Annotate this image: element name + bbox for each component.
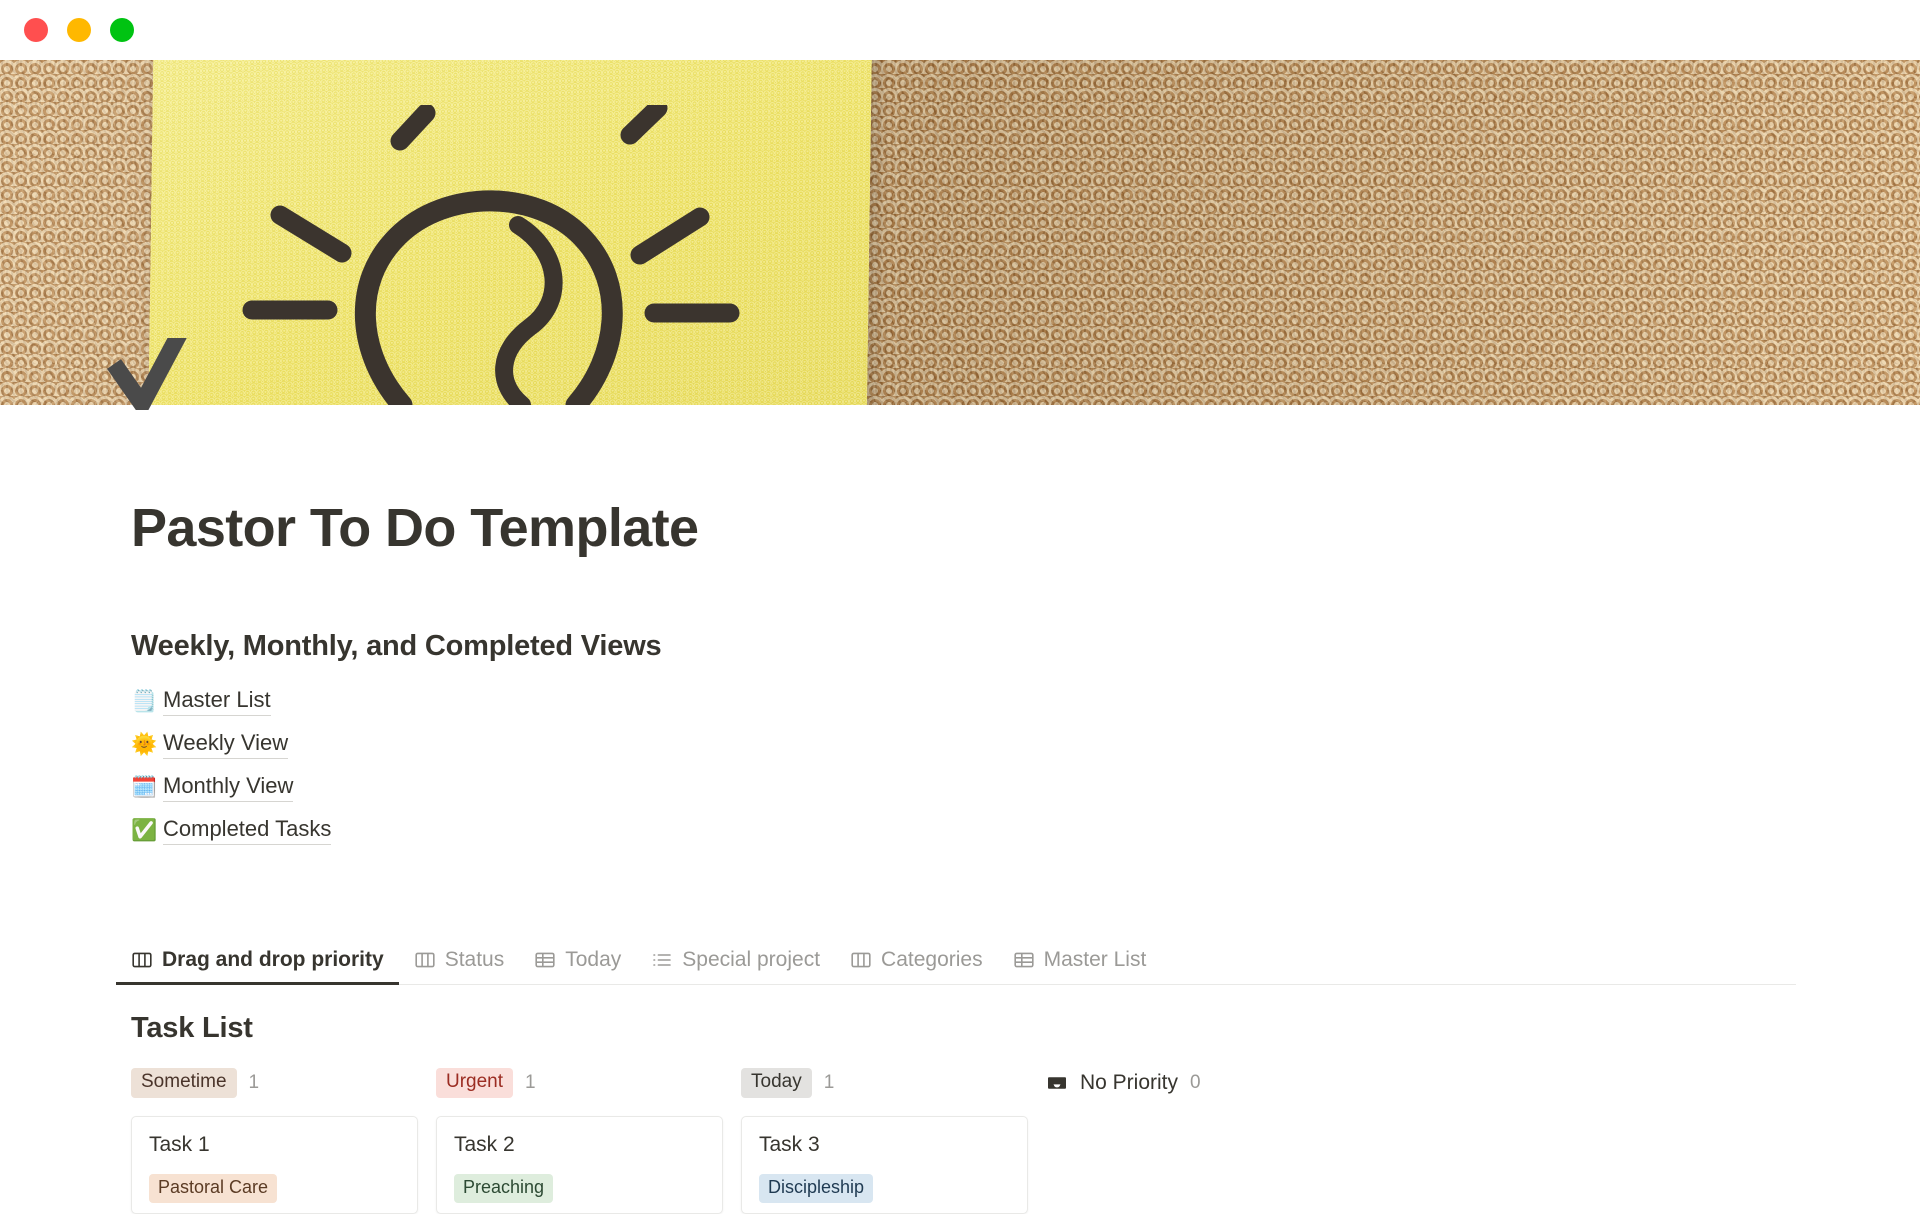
tab-categories[interactable]: Categories: [835, 948, 998, 985]
tab-today[interactable]: Today: [519, 948, 636, 985]
kanban-board: Sometime 1 Task 1 Pastoral Care Urgent 1…: [131, 1066, 1920, 1214]
list-icon: [651, 949, 673, 971]
page-title: Pastor To Do Template: [131, 498, 699, 558]
task-card[interactable]: Task 2 Preaching: [436, 1116, 723, 1214]
minimize-button[interactable]: [67, 18, 91, 42]
tab-label: Status: [444, 948, 505, 972]
status-badge: Urgent: [436, 1068, 514, 1099]
board-column-urgent: Urgent 1 Task 2 Preaching: [436, 1066, 741, 1214]
card-title: Task 2: [454, 1133, 515, 1157]
link-label[interactable]: Weekly View: [163, 730, 289, 760]
tab-label: Special project: [682, 948, 821, 972]
card-title: Task 3: [759, 1133, 820, 1157]
column-count: 1: [823, 1072, 835, 1094]
tab-label: Today: [565, 948, 622, 972]
board-icon: [850, 949, 872, 971]
window-titlebar: [0, 0, 1920, 60]
column-label: No Priority: [1080, 1071, 1179, 1095]
lightbulb-drawing-icon: [230, 105, 750, 405]
link-label[interactable]: Master List: [163, 687, 271, 717]
inbox-icon: [1046, 1073, 1068, 1093]
table-icon: [1013, 949, 1035, 971]
page-cover-image: [0, 60, 1920, 405]
status-badge: Today: [741, 1068, 812, 1099]
table-icon: [534, 949, 556, 971]
column-count: 1: [248, 1072, 260, 1094]
card-tag: Discipleship: [759, 1174, 874, 1203]
column-count: 1: [525, 1072, 536, 1094]
tab-master-list[interactable]: Master List: [998, 948, 1162, 985]
tab-drag-and-drop-priority[interactable]: Drag and drop priority: [116, 948, 399, 986]
view-links-list: 🗒️ Master List 🌞 Weekly View 🗓️ Monthly …: [131, 680, 1920, 852]
column-header[interactable]: Urgent 1: [436, 1066, 741, 1100]
spiral-notepad-icon: 🗒️: [131, 689, 158, 714]
link-label[interactable]: Monthly View: [163, 773, 294, 803]
task-card[interactable]: Task 1 Pastoral Care: [131, 1116, 418, 1214]
link-row-weekly-view[interactable]: 🌞 Weekly View: [131, 723, 1920, 766]
link-label[interactable]: Completed Tasks: [163, 816, 332, 846]
column-header[interactable]: Sometime 1: [131, 1066, 436, 1100]
check-mark-button-icon: ✅: [131, 818, 158, 843]
column-header[interactable]: Today 1: [741, 1066, 1046, 1100]
tab-label: Master List: [1043, 948, 1147, 972]
task-card[interactable]: Task 3 Discipleship: [741, 1116, 1028, 1214]
section-heading: Weekly, Monthly, and Completed Views: [131, 630, 662, 663]
page-icon-checkmark-icon[interactable]: [106, 338, 198, 410]
tab-status[interactable]: Status: [399, 948, 520, 985]
card-tag: Preaching: [454, 1174, 554, 1203]
link-row-monthly-view[interactable]: 🗓️ Monthly View: [131, 766, 1920, 809]
column-header[interactable]: No Priority 0: [1046, 1066, 1351, 1100]
card-title: Task 1: [149, 1133, 210, 1157]
database-view-tabbar: Drag and drop priority Status Today Spec…: [116, 948, 1796, 986]
link-row-completed-tasks[interactable]: ✅ Completed Tasks: [131, 809, 1920, 852]
board-title: Task List: [131, 1012, 253, 1045]
close-button[interactable]: [24, 18, 48, 42]
tab-special-project[interactable]: Special project: [636, 948, 835, 985]
tab-label: Drag and drop priority: [162, 948, 384, 972]
page-body: Pastor To Do Template Weekly, Monthly, a…: [0, 405, 1920, 1214]
spiral-calendar-icon: 🗓️: [131, 775, 158, 800]
column-count: 0: [1190, 1072, 1201, 1094]
status-badge: Sometime: [131, 1068, 237, 1099]
traffic-light-group: [24, 18, 134, 42]
board-icon: [414, 949, 436, 971]
board-column-sometime: Sometime 1 Task 1 Pastoral Care: [131, 1066, 436, 1214]
link-row-master-list[interactable]: 🗒️ Master List: [131, 680, 1920, 723]
sun-icon: 🌞: [131, 732, 158, 757]
tab-label: Categories: [881, 948, 983, 972]
board-column-no-priority: No Priority 0: [1046, 1066, 1351, 1214]
board-icon: [131, 949, 153, 971]
board-column-today: Today 1 Task 3 Discipleship: [741, 1066, 1046, 1214]
card-tag: Pastoral Care: [149, 1174, 278, 1203]
zoom-button[interactable]: [110, 18, 134, 42]
